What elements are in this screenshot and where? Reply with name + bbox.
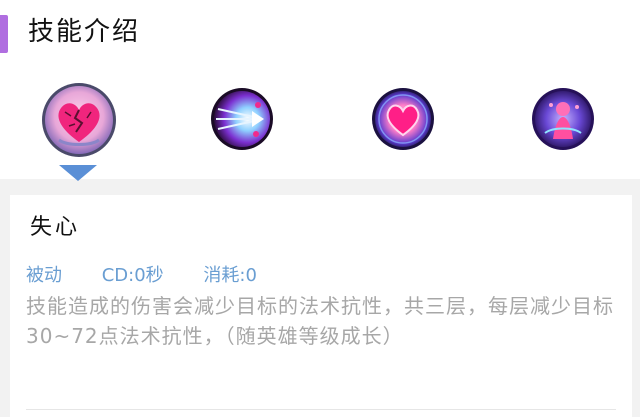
skill-type: 被动 [26,265,62,286]
skill-icon-strip [0,66,640,181]
section-header: 技能介绍 [0,0,640,66]
glowing-heart-icon [372,88,434,150]
light-dash-icon [211,88,273,150]
skill-tab-3[interactable] [371,87,435,151]
divider [26,409,616,410]
skill-description: 技能造成的伤害会减少目标的法术抗性，共三层，每层减少目标30~72点法术抗性，（… [26,294,614,348]
header-accent-bar [0,15,8,53]
skill-cost: 消耗:0 [203,265,257,286]
skill-tab-2[interactable] [210,87,274,151]
skill-tab-4[interactable] [531,87,595,151]
skill-detail-card: 失心 被动 CD:0秒 消耗:0 技能造成的伤害会减少目标的法术抗性，共三层，每… [10,195,632,417]
section-title: 技能介绍 [28,17,141,47]
broken-heart-icon [42,83,116,157]
skill-tab-1[interactable] [41,82,117,158]
hero-portrait-icon [532,88,594,150]
skill-name: 失心 [30,215,81,240]
skill-meta-row: 被动 CD:0秒 消耗:0 [26,261,291,286]
selected-skill-pointer [59,165,97,181]
skill-cooldown: CD:0秒 [101,265,164,286]
